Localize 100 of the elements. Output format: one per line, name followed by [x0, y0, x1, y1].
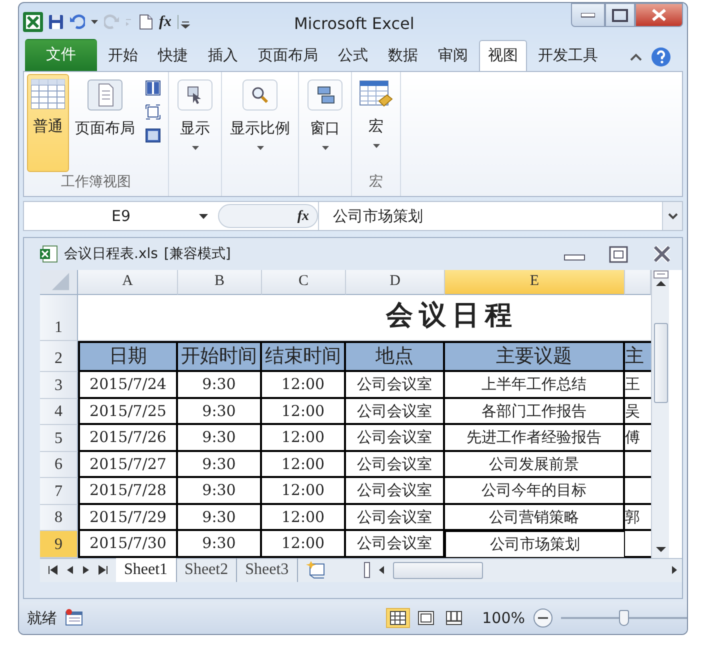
- minimize-button[interactable]: [571, 3, 605, 27]
- table-cell[interactable]: 12:00: [262, 452, 346, 478]
- excel-logo-icon[interactable]: [23, 12, 43, 32]
- scroll-thumb[interactable]: [654, 323, 668, 403]
- sheet-tab[interactable]: Sheet2: [176, 558, 238, 582]
- table-cell[interactable]: 公司会议室: [346, 452, 445, 478]
- table-cell[interactable]: 地点: [346, 341, 445, 372]
- customize-caret-icon[interactable]: [176, 14, 190, 30]
- slider-thumb[interactable]: [619, 610, 629, 626]
- caret-icon[interactable]: [90, 19, 99, 25]
- ribbon-button[interactable]: 普通: [27, 74, 69, 172]
- table-cell[interactable]: 2015/7/29: [78, 504, 178, 531]
- table-cell[interactable]: 2015/7/28: [78, 478, 178, 504]
- function-button[interactable]: fx: [159, 10, 172, 34]
- table-cell[interactable]: 12:00: [262, 478, 346, 504]
- ribbon-tab[interactable]: 审阅: [429, 40, 477, 71]
- scroll-thumb[interactable]: [392, 562, 483, 578]
- ribbon-tab[interactable]: 开始: [99, 40, 147, 71]
- column-header[interactable]: D: [346, 270, 445, 295]
- previous-sheet-icon[interactable]: [66, 565, 74, 575]
- row-header[interactable]: 5: [40, 425, 78, 452]
- close-button[interactable]: [635, 3, 683, 27]
- sheet-tab[interactable]: Sheet1: [116, 558, 177, 582]
- ribbon-button[interactable]: 宏: [355, 74, 397, 172]
- ribbon-button[interactable]: 显示: [172, 74, 218, 172]
- table-cell[interactable]: 9:30: [178, 504, 262, 531]
- macro-record-icon[interactable]: [65, 609, 83, 627]
- dropdown-icon[interactable]: [199, 214, 208, 219]
- ribbon-button[interactable]: 页面布局: [71, 74, 139, 172]
- scroll-up-icon[interactable]: [654, 279, 666, 287]
- last-sheet-icon[interactable]: [98, 565, 108, 575]
- ribbon-button[interactable]: 显示比例: [225, 74, 295, 172]
- table-cell[interactable]: 9:30: [178, 452, 262, 478]
- table-cell[interactable]: 9:30: [178, 372, 262, 398]
- table-cell[interactable]: 2015/7/24: [78, 372, 178, 398]
- column-header[interactable]: B: [178, 270, 262, 295]
- table-cell[interactable]: 公司会议室: [346, 425, 445, 452]
- zoom-out-icon[interactable]: [533, 608, 553, 628]
- name-box[interactable]: E9: [111, 204, 131, 228]
- scroll-right-icon[interactable]: [671, 565, 678, 575]
- full-screen-icon[interactable]: [145, 128, 161, 144]
- table-cell[interactable]: 公司会议室: [346, 398, 445, 425]
- active-cell[interactable]: 公司市场策划: [445, 531, 625, 558]
- table-cell[interactable]: 12:00: [262, 504, 346, 531]
- table-cell[interactable]: 公司今年的目标: [445, 478, 625, 504]
- ribbon-tab[interactable]: 公式: [329, 40, 377, 71]
- page-break-icon[interactable]: [145, 80, 161, 96]
- table-cell[interactable]: 公司营销策略: [445, 504, 625, 531]
- restore-icon[interactable]: [609, 246, 628, 262]
- view-button[interactable]: [386, 608, 410, 628]
- close-icon[interactable]: [652, 244, 672, 264]
- zoom-level[interactable]: 100%: [482, 606, 525, 630]
- undo-icon[interactable]: [69, 14, 85, 30]
- ribbon-tab[interactable]: 开发工具: [529, 40, 607, 71]
- ribbon-tab[interactable]: 页面布局: [249, 40, 327, 71]
- ribbon-tab[interactable]: 视图: [479, 40, 527, 71]
- table-cell[interactable]: 结束时间: [262, 341, 346, 372]
- table-cell[interactable]: 12:00: [262, 372, 346, 398]
- next-sheet-icon[interactable]: [82, 565, 90, 575]
- new-document-icon[interactable]: [138, 14, 154, 30]
- table-cell[interactable]: 9:30: [178, 425, 262, 452]
- table-cell[interactable]: 先进工作者经验报告: [445, 425, 625, 452]
- insert-sheet-icon[interactable]: [306, 560, 326, 580]
- ribbon-button[interactable]: 窗口: [302, 74, 348, 172]
- table-cell[interactable]: 上半年工作总结: [445, 372, 625, 398]
- column-header[interactable]: E: [445, 270, 625, 295]
- table-cell[interactable]: 日期: [78, 341, 178, 372]
- row-header[interactable]: 2: [40, 341, 78, 372]
- ribbon-tab[interactable]: 插入: [199, 40, 247, 71]
- help-icon[interactable]: [651, 47, 671, 67]
- table-cell[interactable]: 2015/7/25: [78, 398, 178, 425]
- save-icon[interactable]: [48, 14, 64, 30]
- first-sheet-icon[interactable]: [48, 565, 58, 575]
- column-header[interactable]: C: [262, 270, 346, 295]
- table-cell[interactable]: 12:00: [262, 425, 346, 452]
- row-header[interactable]: 1: [40, 295, 78, 341]
- table-cell[interactable]: 公司会议室: [346, 504, 445, 531]
- row-header[interactable]: 8: [40, 504, 78, 531]
- insert-function-button[interactable]: fx: [218, 204, 318, 228]
- row-header[interactable]: 6: [40, 452, 78, 478]
- row-header[interactable]: 9: [40, 531, 78, 558]
- scroll-left-icon[interactable]: [378, 565, 385, 575]
- table-cell[interactable]: 12:00: [262, 398, 346, 425]
- ribbon-tab[interactable]: 快捷: [149, 40, 197, 71]
- row-header[interactable]: 4: [40, 398, 78, 425]
- maximize-button[interactable]: [605, 3, 635, 27]
- table-cell[interactable]: 开始时间: [178, 341, 262, 372]
- file-tab[interactable]: 文件: [25, 38, 97, 71]
- row-header[interactable]: 3: [40, 372, 78, 398]
- table-cell[interactable]: 公司会议室: [346, 478, 445, 504]
- sheet-tab[interactable]: Sheet3: [237, 558, 298, 582]
- table-cell[interactable]: 公司发展前景: [445, 452, 625, 478]
- table-cell[interactable]: 2015/7/27: [78, 452, 178, 478]
- split-handle[interactable]: [364, 562, 370, 578]
- scroll-down-icon[interactable]: [654, 546, 666, 554]
- table-cell[interactable]: 9:30: [178, 398, 262, 425]
- ribbon-tab[interactable]: 数据: [379, 40, 427, 71]
- table-cell[interactable]: 公司会议室: [346, 372, 445, 398]
- table-cell[interactable]: 9:30: [178, 478, 262, 504]
- custom-view-icon[interactable]: [145, 104, 161, 120]
